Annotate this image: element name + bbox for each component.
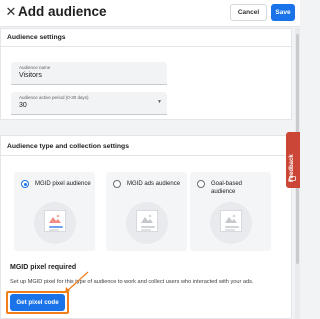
option-mgid-ads-audience[interactable]: MGID ads audience (106, 172, 187, 251)
option-label: MGID pixel audience (35, 181, 91, 187)
audience-name-field[interactable]: Audience name Visitors (11, 62, 167, 85)
page-title: Add audience (18, 4, 107, 19)
top-bar: ✕ Add audience Cancel Save (0, 0, 300, 27)
pixel-required-description: Set up MGID pixel for this type of audie… (10, 279, 254, 285)
audience-settings-card: Audience settings Audience name Visitors… (0, 28, 292, 120)
option-label: Goal-based audience (211, 181, 243, 195)
close-icon[interactable]: ✕ (4, 4, 18, 20)
save-button[interactable]: Save (271, 4, 295, 21)
radio-mgid-ads-audience[interactable] (113, 180, 121, 188)
audience-name-label: Audience name (19, 65, 51, 70)
goal-audience-illustration-icon (210, 202, 252, 244)
option-mgid-pixel-audience[interactable]: MGID pixel audience (14, 172, 95, 251)
pixel-audience-illustration-icon (34, 202, 76, 244)
audience-name-value[interactable]: Visitors (19, 72, 42, 79)
radio-mgid-pixel-audience[interactable] (21, 180, 29, 188)
option-label: MGID ads audience (127, 181, 181, 187)
cancel-button[interactable]: Cancel (230, 4, 267, 21)
active-period-value[interactable]: 30 (19, 102, 27, 109)
audience-settings-heading: Audience settings (1, 29, 291, 47)
feedback-tab[interactable]: Feedback (286, 132, 300, 188)
get-pixel-code-button[interactable]: Get pixel code (10, 294, 65, 311)
ads-audience-illustration-icon (126, 202, 168, 244)
active-period-select[interactable]: Audience active period (0-30 days) 30 ▼ (11, 92, 167, 115)
audience-type-heading: Audience type and collection settings (1, 136, 291, 156)
option-goal-based-audience[interactable]: Goal-based audience (190, 172, 271, 251)
feedback-chat-icon (289, 176, 296, 182)
chevron-down-icon[interactable]: ▼ (157, 99, 162, 105)
active-period-label: Audience active period (0-30 days) (19, 95, 89, 100)
radio-goal-based-audience[interactable] (197, 180, 205, 188)
